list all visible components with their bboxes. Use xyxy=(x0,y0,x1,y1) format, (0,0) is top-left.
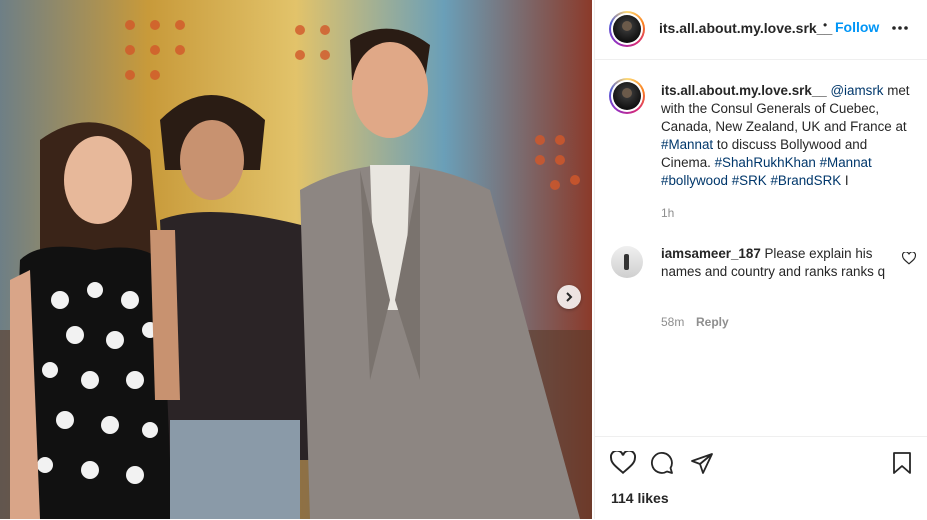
hashtag-mannat-2[interactable]: #Mannat xyxy=(820,155,872,170)
comment-item: iamsameer_187 Please explain his names a… xyxy=(661,245,891,281)
author-avatar[interactable] xyxy=(609,11,645,47)
hashtag-bollywood[interactable]: #bollywood xyxy=(661,173,728,188)
comment-time[interactable]: 58m xyxy=(661,315,684,329)
hashtag-shahrukhkhan[interactable]: #ShahRukhKhan xyxy=(715,155,816,170)
hashtag-brandsrk[interactable]: #BrandSRK xyxy=(770,173,841,188)
likes-count[interactable]: 114 likes xyxy=(611,490,669,506)
follow-button[interactable]: Follow xyxy=(835,19,879,35)
share-icon[interactable] xyxy=(690,451,714,475)
mention-link[interactable]: @iamsrk xyxy=(830,83,883,98)
separator-dot: • xyxy=(823,18,828,32)
author-username[interactable]: its.all.about.my.love.srk__ xyxy=(659,20,832,36)
post-actions xyxy=(595,436,927,520)
more-icon[interactable] xyxy=(891,24,909,32)
comment-icon[interactable] xyxy=(650,451,674,475)
caption-avatar[interactable] xyxy=(609,78,645,114)
reply-button[interactable]: Reply xyxy=(696,315,729,329)
post-photo[interactable] xyxy=(0,0,592,519)
hashtag-srk[interactable]: #SRK xyxy=(732,173,767,188)
comment-like-heart-icon[interactable] xyxy=(902,252,916,265)
comment-username[interactable]: iamsameer_187 xyxy=(661,246,761,261)
caption-trail: I xyxy=(841,173,849,188)
post-caption: its.all.about.my.love.srk__ @iamsrk met … xyxy=(661,82,917,190)
hashtag-mannat[interactable]: #Mannat xyxy=(661,137,713,152)
bookmark-icon[interactable] xyxy=(892,451,912,475)
caption-time[interactable]: 1h xyxy=(661,206,674,220)
chevron-right-icon xyxy=(566,292,573,302)
heart-icon[interactable] xyxy=(610,451,636,475)
commenter-avatar[interactable] xyxy=(611,246,643,278)
post-header: its.all.about.my.love.srk__ • Follow xyxy=(595,0,927,60)
post-side-panel: its.all.about.my.love.srk__ • Follow its… xyxy=(594,0,927,519)
caption-author[interactable]: its.all.about.my.love.srk__ xyxy=(661,83,827,98)
photo-illustration xyxy=(0,0,592,519)
next-photo-button[interactable] xyxy=(557,285,581,309)
